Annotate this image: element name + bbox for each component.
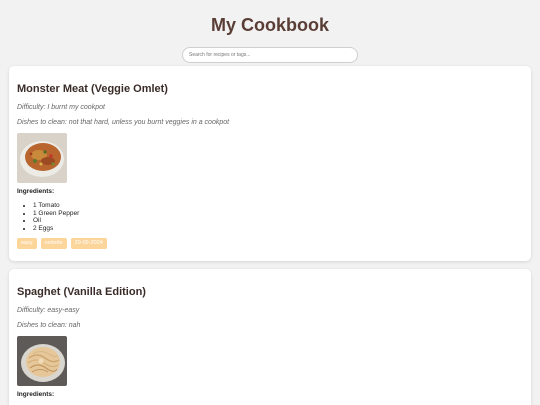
ingredient-item: 2 Eggs [33,225,523,233]
tag-badge[interactable]: 29-09-2024 [70,238,107,249]
recipe-difficulty: Difficulty: easy-easy [17,307,80,314]
search-input[interactable] [182,47,358,63]
cookbook-page: My Cookbook Monster Meat (Veggie Omlet) … [0,0,540,405]
ingredients-heading: Ingredients: [17,188,55,195]
ingredient-item: Oil [33,217,523,225]
ingredients-heading: Ingredients: [17,391,55,398]
page-title: My Cookbook [210,15,329,35]
omelet-photo[interactable] [17,133,67,183]
tag-list: easy omlette 29-09-2024 [17,238,523,249]
recipe-title: Spaghet (Vanilla Edition) [17,286,146,298]
search-bar [0,43,540,63]
recipe-dishes: Dishes to clean: nah [17,322,81,329]
ingredient-item: 1 Green Pepper [33,210,523,218]
recipe-title: Monster Meat (Veggie Omlet) [17,83,168,95]
recipe-dishes: Dishes to clean: not that hard, unless y… [17,119,230,126]
spaghetti-photo[interactable] [17,336,67,386]
ingredient-list: 1 Tomato 1 Green Pepper Oil 2 Eggs [17,202,523,232]
tag-badge[interactable]: easy [17,238,37,249]
recipe-difficulty: Difficulty: I burnt my cookpot [17,104,105,111]
ingredient-item: 1 Tomato [33,202,523,210]
tag-badge[interactable]: omlette [40,238,67,249]
recipe-card: Monster Meat (Veggie Omlet) Difficulty: … [9,66,531,261]
recipe-card: Spaghet (Vanilla Edition) Difficulty: ea… [9,269,531,405]
